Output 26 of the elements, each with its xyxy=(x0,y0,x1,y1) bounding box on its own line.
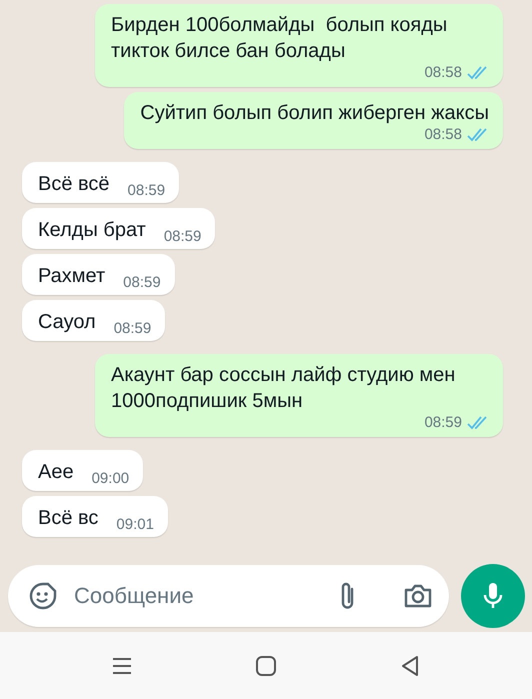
emoji-icon[interactable] xyxy=(28,581,58,611)
message-text: Сауол xyxy=(38,310,96,335)
message-text: Суйтип болып болип жиберген жаксы xyxy=(140,101,489,126)
message-time: 09:01 xyxy=(116,516,154,533)
recent-apps-icon[interactable] xyxy=(112,656,132,674)
camera-icon[interactable] xyxy=(403,583,433,609)
message-time: 08:58 xyxy=(424,64,462,81)
message-text: Аее xyxy=(38,460,74,485)
message-field[interactable]: Сообщение xyxy=(8,565,449,627)
message-input[interactable]: Сообщение xyxy=(72,582,325,610)
message-time: 08:59 xyxy=(128,182,166,199)
message-text: Келды брат xyxy=(38,218,146,243)
message-text: Акаунт бар соссын лайф студию мен 1000подпишик 5мын xyxy=(111,363,456,414)
message-text: Бирден 100болмайды болып кояды тикток билсе бан болады xyxy=(111,13,448,64)
message-time: 08:59 xyxy=(424,414,462,431)
home-icon[interactable] xyxy=(254,654,277,676)
message-time: 08:58 xyxy=(424,126,462,143)
message-time: 08:59 xyxy=(123,274,161,291)
message-time: 09:00 xyxy=(92,470,130,487)
back-icon[interactable] xyxy=(400,654,420,676)
message-text: Всё всё xyxy=(38,172,110,197)
message-text: Рахмет xyxy=(38,264,106,289)
microphone-icon xyxy=(482,581,504,611)
message-time: 08:59 xyxy=(114,320,152,337)
message-text: Всё вс xyxy=(38,506,98,531)
message-time: 08:59 xyxy=(164,228,202,245)
